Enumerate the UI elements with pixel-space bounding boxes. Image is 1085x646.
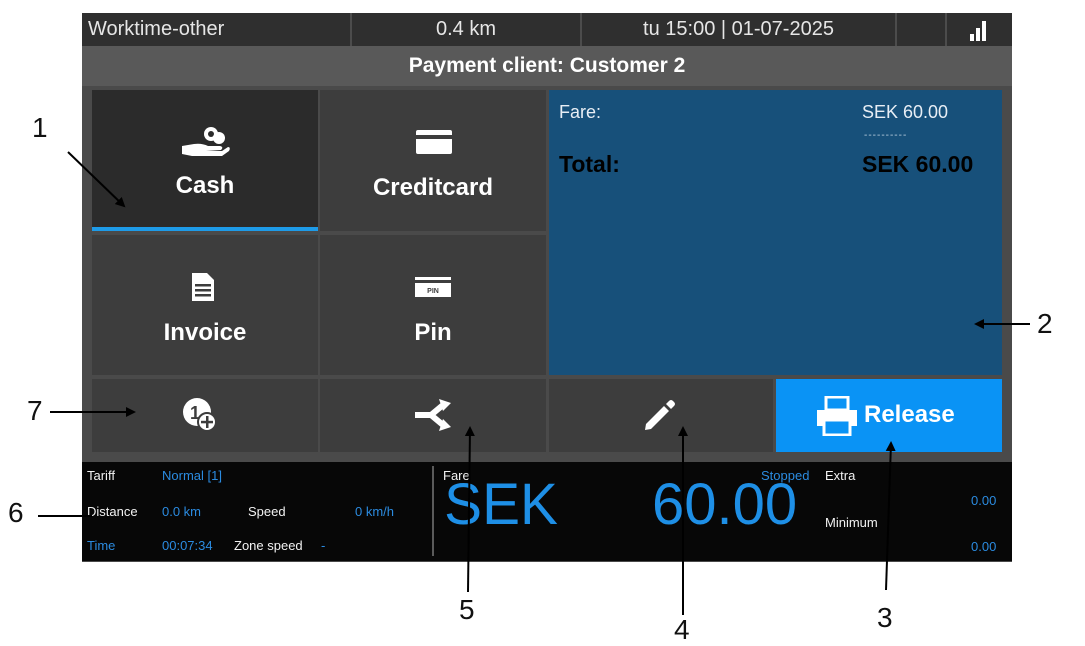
callout-number-6: 6 — [8, 497, 24, 528]
callout-5-arrow — [464, 426, 475, 593]
callout-3-arrow — [885, 441, 896, 591]
callout-number-5: 5 — [459, 594, 475, 625]
callout-number-3: 3 — [877, 602, 893, 633]
callout-number-2: 2 — [1037, 308, 1053, 339]
callout-number-1: 1 — [32, 112, 48, 143]
annotation-overlay — [38, 151, 1030, 615]
callout-number-4: 4 — [674, 614, 690, 645]
callout-number-7: 7 — [27, 395, 43, 426]
callout-1-arrow — [67, 151, 126, 208]
